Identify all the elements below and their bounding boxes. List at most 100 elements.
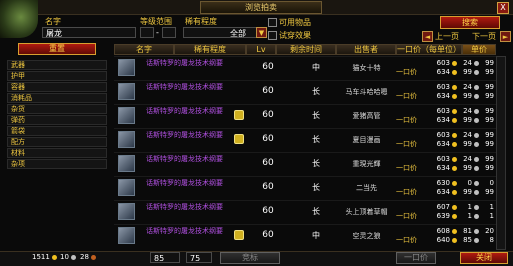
book-item-icon[interactable] [118,203,135,220]
bid-silver: 0 [467,179,472,187]
seller-name: 空灵之狼 [352,232,381,240]
seller-name: 夏目漫画 [352,136,381,144]
seller-name: 猫女十特 [352,64,381,72]
sidebar-item-reagents[interactable]: 材料 [7,148,107,158]
auction-row[interactable]: 话斯特罗的屠龙技术纲要 60 长重現光輝 一口价 603 24 99 634 99 99 [114,152,506,173]
name-search-input[interactable]: 屠龙 [42,27,136,38]
book-item-icon[interactable] [118,155,135,172]
bid-label: 一口价 [396,68,417,76]
rarity-dropdown[interactable]: 全部 [183,27,263,38]
item-name[interactable]: 话斯特罗的屠龙技术纲要 [146,107,228,115]
book-item-icon[interactable] [118,227,135,244]
bid-button[interactable]: 竞标 [220,252,280,264]
bid-silver: 24 [463,83,472,91]
column-header-level[interactable]: Lv [246,44,276,55]
book-item-icon[interactable] [118,83,135,100]
sidebar-item-trade-goods[interactable]: 杂货 [7,104,107,114]
buyout-gold: 634 [436,188,450,196]
bid-silver-input[interactable]: 75 [186,252,212,263]
buyout-gold: 634 [436,140,450,148]
seller-name: 马车斗哈哈嗯 [345,88,388,96]
buyout-copper: 99 [485,188,494,196]
close-button[interactable]: 关闭 [460,252,508,264]
auction-row[interactable]: 话斯特罗的屠龙技术纲要 60 长马车斗哈哈嗯 一口价 603 24 99 634 99 99 [114,80,506,101]
buyout-copper: 99 [485,68,494,76]
item-name[interactable]: 话斯特罗的屠龙技术纲要 [146,179,228,187]
sidebar-item-containers[interactable]: 容器 [7,82,107,92]
item-name[interactable]: 话斯特罗的屠龙技术纲要 [146,59,228,67]
bid-copper: 1 [489,203,494,211]
bid-label: 一口价 [396,236,417,244]
auction-row[interactable]: 话斯特罗的屠龙技术纲要 60 中 空灵之狼 一口价 608 81 20 640 85 8 [114,224,506,245]
auction-row[interactable]: 话斯特罗的屠龙技术纲要 60 长 二当先 一口价 630 0 0 634 99 99 [114,176,506,197]
column-header-seller[interactable]: 出售者 [336,44,396,55]
reset-button[interactable]: 重置 [18,43,96,55]
sidebar-item-weapons[interactable]: 武器 [7,60,107,70]
usable-star-icon [234,134,244,144]
sidebar-item-recipes[interactable]: 配方 [7,137,107,147]
search-button[interactable]: 搜索 [440,16,500,29]
gold-coin-icon [52,255,57,260]
level-range-label: 等级范围 [140,17,172,26]
prev-page-arrow-icon[interactable]: ◄ [422,31,433,42]
results-scrollbar[interactable] [496,56,506,250]
item-level: 60 [262,230,274,240]
bid-gold-input[interactable]: 85 [150,252,180,263]
next-page-label[interactable]: 下一页 [472,31,496,42]
buyout-silver: 99 [463,68,472,76]
sidebar-item-quivers[interactable]: 箭袋 [7,126,107,136]
sidebar-item-projectiles[interactable]: 弹药 [7,115,107,125]
bid-label: 一口价 [396,116,417,124]
close-icon[interactable]: X [497,2,509,14]
seller-name: 重現光輝 [352,160,381,168]
seller-name: 头上顶着草帽 [345,208,388,216]
book-item-icon[interactable] [118,179,135,196]
book-item-icon[interactable] [118,131,135,148]
buyout-silver: 99 [463,92,472,100]
buyout-copper: 1 [489,212,494,220]
bid-gold: 630 [436,179,450,187]
bid-gold: 603 [436,59,450,67]
sidebar-item-misc[interactable]: 杂项 [7,159,107,169]
bid-gold: 603 [436,107,450,115]
buyout-button[interactable]: 一口价 [396,252,436,264]
column-header-time-left[interactable]: 剩余时间 [276,44,336,55]
item-name[interactable]: 话斯特罗的屠龙技术纲要 [146,83,228,91]
bid-label: 一口价 [396,164,417,172]
bid-gold: 607 [436,203,450,211]
book-item-icon[interactable] [118,59,135,76]
buyout-gold: 634 [436,68,450,76]
item-name[interactable]: 话斯特罗的屠龙技术纲要 [146,227,228,235]
auction-row[interactable]: 话斯特罗的屠龙技术纲要 60 长爱猪高管 一口价 603 24 99 634 99 99 [114,104,506,125]
prev-page-label[interactable]: 上一页 [435,31,459,42]
bid-copper: 99 [485,131,494,139]
bid-copper: 99 [485,107,494,115]
auction-row[interactable]: 话斯特罗的屠龙技术纲要 60 长夏目漫画 一口价 603 24 99 634 99 99 [114,128,506,149]
item-name[interactable]: 话斯特罗的屠龙技术纲要 [146,203,228,211]
time-left: 长 [312,183,320,192]
auction-row[interactable]: 话斯特罗的屠龙技术纲要 60 长头上顶着草帽 一口价 607 1 1 639 1 1 [114,200,506,221]
column-header-rarity[interactable]: 稀有程度 [174,44,246,55]
column-header-name[interactable]: 名字 [114,44,174,55]
column-header-buyout[interactable]: 一口价（每单位） [396,44,462,55]
sidebar-item-armor[interactable]: 护甲 [7,71,107,81]
rarity-dropdown-chevron-icon[interactable]: ▼ [256,27,267,38]
title-bar: 浏览拍卖 X [0,0,513,15]
item-name[interactable]: 话斯特罗的屠龙技术纲要 [146,131,228,139]
next-page-arrow-icon[interactable]: ► [500,31,511,42]
bid-label: 一口价 [396,92,417,100]
item-name[interactable]: 话斯特罗的屠龙技术纲要 [146,155,228,163]
column-header-unit-price[interactable]: 单价 [462,44,496,55]
display-on-character-checkbox[interactable] [268,31,277,40]
max-level-input[interactable] [162,27,176,38]
auction-row[interactable]: 话斯特罗的屠龙技术纲要 60 中猫女十特 一口价 603 24 99 634 99 99 [114,56,506,77]
usable-items-checkbox[interactable] [268,18,277,27]
bid-silver: 81 [463,227,472,235]
buyout-gold: 634 [436,164,450,172]
bid-silver: 24 [463,59,472,67]
min-level-input[interactable] [140,27,154,38]
sidebar-item-consumables[interactable]: 消耗品 [7,93,107,103]
book-item-icon[interactable] [118,107,135,124]
player-money-silver: 10 [60,253,69,261]
buyout-silver: 99 [463,164,472,172]
